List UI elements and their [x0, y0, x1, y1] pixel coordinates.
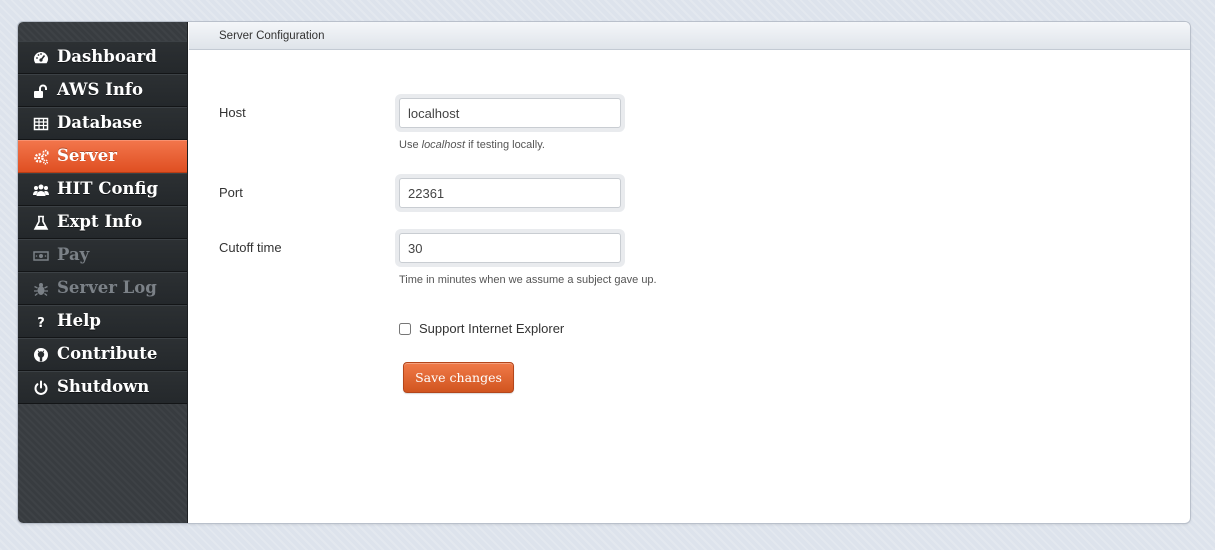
sidebar-item-label: Expt Info: [57, 212, 143, 232]
cutoff-time-label: Cutoff time: [219, 240, 282, 255]
host-input[interactable]: [399, 98, 621, 128]
table-icon: [32, 115, 50, 133]
sidebar-item-label: Database: [57, 113, 143, 133]
port-field-wrap: [395, 174, 625, 212]
github-icon: [32, 346, 50, 364]
sidebar-item-help[interactable]: ? Help: [18, 305, 187, 338]
sidebar-item-label: Shutdown: [57, 377, 150, 397]
sidebar-item-label: Server: [57, 146, 117, 166]
sidebar-item-label: Server Log: [57, 278, 157, 298]
flask-icon: [32, 214, 50, 232]
sidebar-item-server[interactable]: Server: [18, 140, 187, 173]
host-field-wrap: [395, 94, 625, 132]
dashboard-icon: [32, 49, 50, 67]
sidebar-item-label: Help: [57, 311, 101, 331]
support-ie-checkbox[interactable]: [399, 322, 411, 335]
sidebar-item-contribute[interactable]: Contribute: [18, 338, 187, 371]
sidebar: Dashboard AWS Info Database Server HIT C…: [18, 22, 188, 523]
sidebar-item-label: HIT Config: [57, 179, 158, 199]
sidebar-item-expt-info[interactable]: Expt Info: [18, 206, 187, 239]
sidebar-item-database[interactable]: Database: [18, 107, 187, 140]
save-changes-button[interactable]: Save changes: [403, 362, 514, 393]
main-panel: Server Configuration Host Use localhost …: [189, 22, 1190, 523]
port-input[interactable]: [399, 178, 621, 208]
host-help-emphasis: localhost: [421, 139, 466, 151]
power-icon: [32, 379, 50, 397]
unlock-icon: [32, 82, 50, 100]
cutoff-field-wrap: [395, 229, 625, 267]
sidebar-item-aws-info[interactable]: AWS Info: [18, 74, 187, 107]
host-label: Host: [219, 105, 246, 120]
sidebar-item-shutdown[interactable]: Shutdown: [18, 371, 187, 404]
sidebar-item-label: Contribute: [57, 344, 158, 364]
sidebar-item-pay[interactable]: Pay: [18, 239, 187, 272]
cutoff-help-text: Time in minutes when we assume a subject…: [399, 274, 657, 286]
sidebar-item-label: Dashboard: [57, 47, 157, 67]
host-help-prefix: Use: [399, 139, 422, 151]
money-icon: [32, 247, 50, 265]
host-help-suffix: if testing locally.: [465, 139, 545, 151]
panel-title: Server Configuration: [219, 29, 325, 42]
sidebar-item-dashboard[interactable]: Dashboard: [18, 41, 187, 74]
bug-icon: [32, 280, 50, 298]
sidebar-item-server-log[interactable]: Server Log: [18, 272, 187, 305]
sidebar-item-label: Pay: [57, 245, 90, 265]
panel-header: Server Configuration: [189, 22, 1190, 50]
cogs-icon: [32, 148, 50, 166]
sidebar-item-hit-config[interactable]: HIT Config: [18, 173, 187, 206]
sidebar-item-label: AWS Info: [57, 80, 143, 100]
port-label: Port: [219, 185, 243, 200]
support-ie-row[interactable]: Support Internet Explorer: [399, 321, 564, 336]
support-ie-label: Support Internet Explorer: [419, 321, 565, 336]
svg-text:?: ?: [37, 316, 45, 330]
cutoff-time-input[interactable]: [399, 233, 621, 263]
question-icon: ?: [32, 313, 50, 331]
group-icon: [32, 181, 50, 199]
host-help-text: Use localhost if testing locally.: [399, 139, 545, 151]
app-window: Dashboard AWS Info Database Server HIT C…: [18, 22, 1190, 523]
